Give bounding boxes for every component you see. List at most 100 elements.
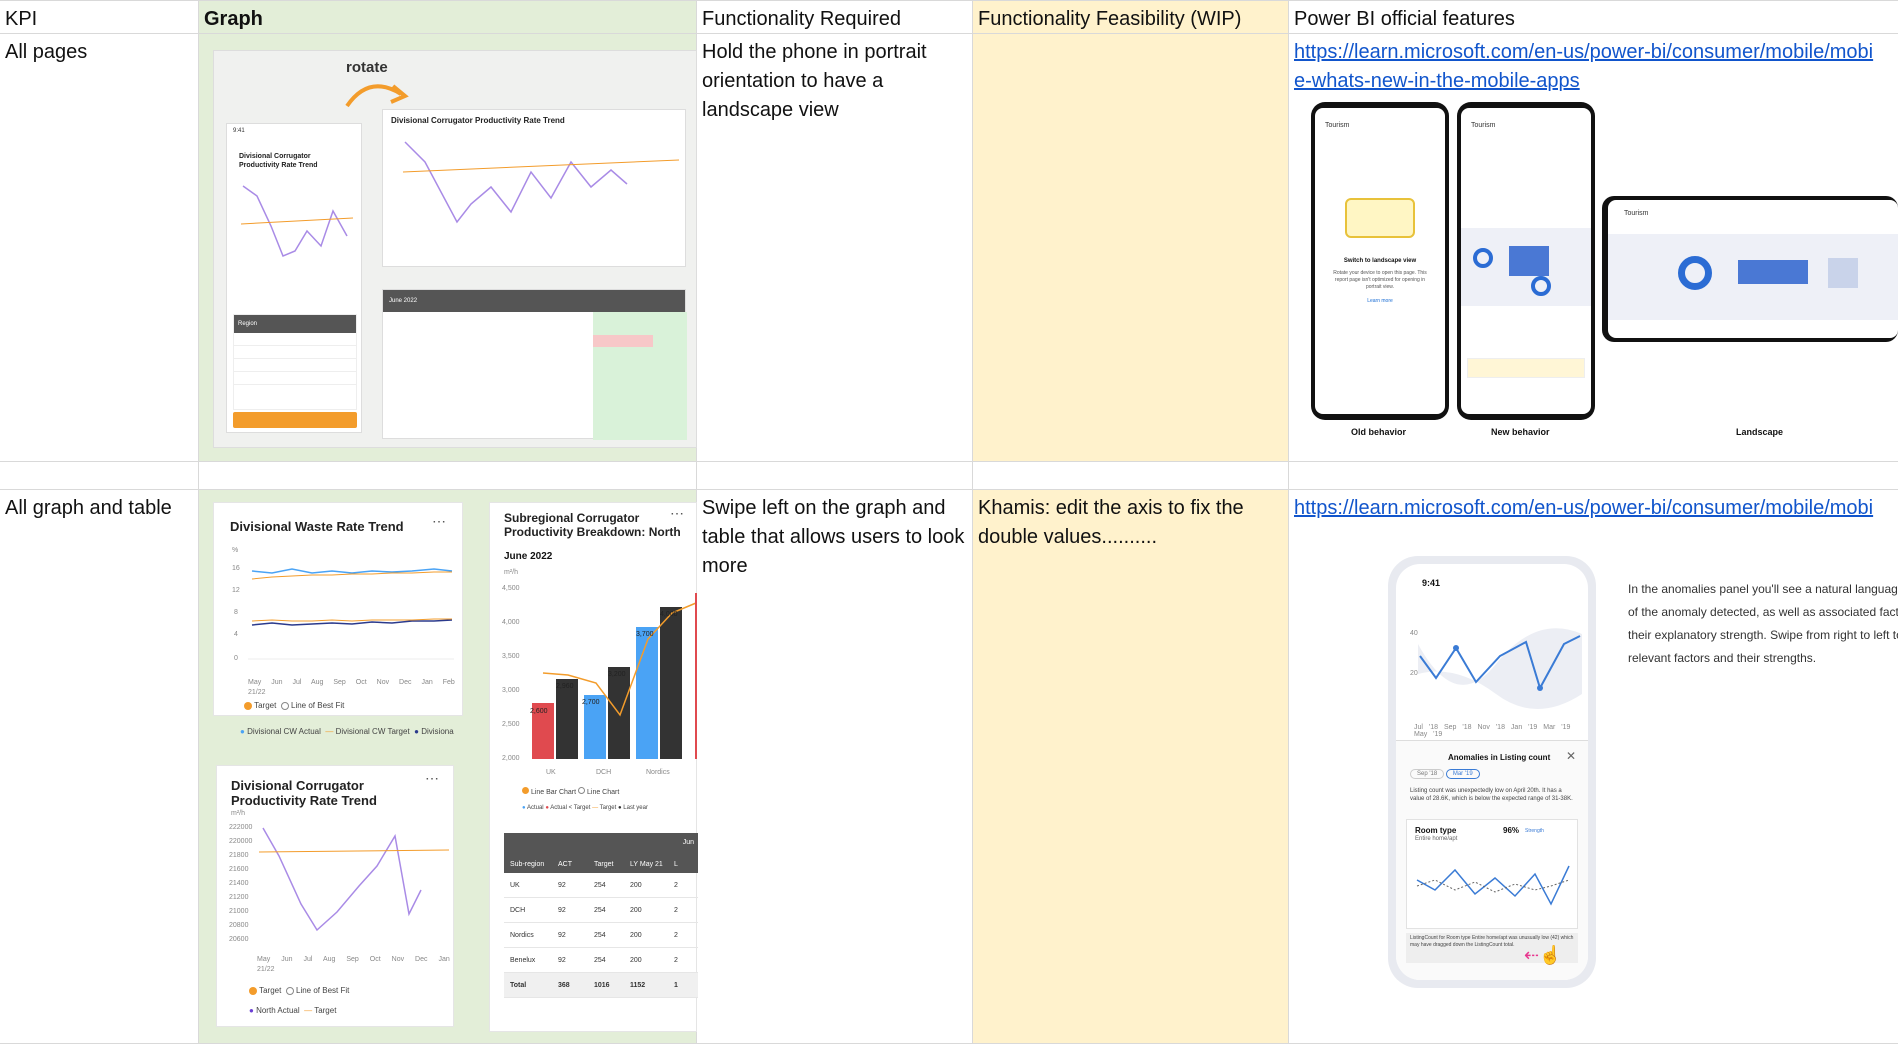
table-cell: 254 bbox=[594, 881, 606, 889]
table-cell: 254 bbox=[594, 906, 606, 914]
subregional-table: Jun Sub-region ACT Target LY May 21 L UK… bbox=[504, 833, 698, 1021]
category-label: UK bbox=[546, 769, 556, 776]
corr-toggle[interactable]: Target Line of Best Fit bbox=[249, 986, 349, 995]
strength-label: Strength bbox=[1525, 828, 1544, 834]
corr-xticks: May Jun Jul Aug Sep Oct Nov Dec Jan bbox=[257, 956, 450, 963]
table-cell: 200 bbox=[630, 906, 642, 914]
spacer-cell-graph[interactable] bbox=[199, 462, 697, 490]
spacer-cell-functionality[interactable] bbox=[697, 462, 973, 490]
bar-label: 2,700 bbox=[582, 699, 600, 706]
header-graph[interactable]: Graph bbox=[199, 0, 697, 34]
table-row: Nordics 92 254 200 2 bbox=[504, 923, 698, 948]
row2-feasibility-text: Khamis: edit the axis to fix the double … bbox=[978, 497, 1244, 548]
row2-kpi-cell[interactable]: All graph and table bbox=[0, 490, 199, 1044]
powerbi-link-line2[interactable]: e-whats-new-in-the-mobile-apps bbox=[1294, 70, 1580, 92]
landscape-table-card: June 2022 bbox=[382, 289, 687, 440]
factor-subtitle: Entire home/apt bbox=[1415, 836, 1458, 842]
radio-unchecked-icon[interactable] bbox=[285, 986, 294, 995]
toggle-target-label: Target bbox=[259, 986, 282, 995]
more-options-icon[interactable]: ⋯ bbox=[670, 505, 684, 522]
caption-landscape: Landscape bbox=[1736, 427, 1784, 437]
row1-feasibility-cell[interactable] bbox=[973, 34, 1289, 462]
table-cell: 92 bbox=[558, 931, 566, 939]
portrait-chart-title: Divisional Corrugator Productivity Rate … bbox=[239, 153, 318, 169]
landscape-table-green-cols bbox=[593, 312, 687, 440]
anomaly-description: In the anomalies panel you'll see a natu… bbox=[1628, 578, 1898, 670]
table-cell: 92 bbox=[558, 881, 566, 889]
waste-xticks: May Jun Jul Aug Sep Oct Nov Dec Jan Feb bbox=[248, 679, 455, 686]
anomaly-line-chart bbox=[1418, 628, 1582, 709]
more-options-icon[interactable]: ⋯ bbox=[425, 770, 439, 787]
header-feasibility[interactable]: Functionality Feasibility (WIP) bbox=[973, 0, 1289, 34]
landscape-table-red-cell bbox=[593, 335, 653, 347]
phone-landscape-report bbox=[1608, 234, 1898, 320]
powerbi-link-row2[interactable]: https://learn.microsoft.com/en-us/power-… bbox=[1294, 497, 1873, 519]
close-icon[interactable]: ✕ bbox=[1566, 749, 1576, 763]
landscape-table-month: June 2022 bbox=[383, 290, 685, 312]
table-cell: 1152 bbox=[630, 981, 646, 989]
portrait-table-header: Region bbox=[234, 315, 356, 333]
table-cell: 2 bbox=[674, 881, 678, 889]
radio-unchecked-icon[interactable] bbox=[578, 787, 586, 794]
row2-functionality-cell[interactable]: Swipe left on the graph and table that a… bbox=[697, 490, 973, 1044]
header-functionality[interactable]: Functionality Required bbox=[697, 0, 973, 34]
waste-ytick: 8 bbox=[234, 609, 238, 616]
waste-toggle[interactable]: Target Line of Best Fit bbox=[244, 701, 344, 710]
phone-landscape: Tourism bbox=[1602, 196, 1898, 342]
strength-value: 96% bbox=[1503, 826, 1520, 835]
subregional-ytick: 2,500 bbox=[502, 721, 520, 728]
powerbi-link-line1[interactable]: https://learn.microsoft.com/en-us/power-… bbox=[1294, 41, 1873, 63]
row1-kpi-text: All pages bbox=[5, 41, 88, 63]
anomaly-desc-line: In the anomalies panel you'll see a natu… bbox=[1628, 582, 1898, 596]
header-powerbi-text: Power BI official features bbox=[1294, 8, 1515, 30]
radio-checked-icon[interactable] bbox=[244, 701, 252, 710]
radio-checked-icon[interactable] bbox=[522, 787, 529, 794]
caption-new-behavior: New behavior bbox=[1491, 427, 1550, 437]
subregional-month: June 2022 bbox=[504, 551, 553, 562]
radio-checked-icon[interactable] bbox=[249, 986, 257, 995]
swipe-hand-icon: ⇠☝ bbox=[1524, 945, 1562, 965]
table-cell: DCH bbox=[510, 906, 526, 914]
table-cell: Nordics bbox=[510, 931, 534, 939]
row2-feasibility-cell[interactable]: Khamis: edit the axis to fix the double … bbox=[973, 490, 1289, 1044]
anomaly-chips[interactable]: Sep '18 Mar '19 bbox=[1410, 769, 1480, 779]
row1-functionality-cell[interactable]: Hold the phone in portrait orientation t… bbox=[697, 34, 973, 462]
bar-label: 3,200 bbox=[608, 671, 626, 678]
anomaly-screen: 9:41 40 20 Jul '18 Sep '18 Nov '18 Jan '… bbox=[1396, 564, 1588, 980]
phone-learn-more: Learn more bbox=[1367, 298, 1393, 304]
corr-unit: m²/h bbox=[231, 810, 245, 817]
row2-functionality-text: Swipe left on the graph and table that a… bbox=[702, 497, 965, 577]
table-cell: 1016 bbox=[594, 981, 610, 989]
header-powerbi[interactable]: Power BI official features bbox=[1289, 0, 1898, 34]
radio-unchecked-icon[interactable] bbox=[280, 701, 289, 710]
table-cell: 200 bbox=[630, 931, 642, 939]
subregional-card: Subregional Corrugator Productivity Break… bbox=[489, 502, 698, 1032]
header-feasibility-text: Functionality Feasibility (WIP) bbox=[978, 8, 1242, 30]
subregional-ytick: 3,000 bbox=[502, 687, 520, 694]
header-kpi[interactable]: KPI bbox=[0, 0, 199, 34]
anomaly-desc-line: of the anomaly detected, as well as asso… bbox=[1628, 605, 1898, 619]
spacer-cell-powerbi[interactable] bbox=[1289, 462, 1898, 490]
phone-new-report-preview bbox=[1461, 228, 1591, 306]
row2-kpi-text: All graph and table bbox=[5, 497, 172, 519]
subregional-toggle[interactable]: Line Bar Chart Line Chart bbox=[522, 787, 619, 796]
phone-time: 9:41 bbox=[1422, 578, 1441, 588]
anomaly-phone: 9:41 40 20 Jul '18 Sep '18 Nov '18 Jan '… bbox=[1388, 556, 1596, 988]
table-cell: 254 bbox=[594, 956, 606, 964]
bar-label: 4,000 bbox=[660, 611, 678, 618]
factor-card[interactable]: Room type Entire home/apt 96% Strength bbox=[1406, 819, 1578, 929]
spacer-cell-feasibility[interactable] bbox=[973, 462, 1289, 490]
toggle-linebar-label: Line Bar Chart bbox=[530, 789, 577, 796]
phone-new-behavior: Tourism bbox=[1457, 102, 1595, 420]
toggle-line-label: Line Chart bbox=[587, 789, 620, 796]
header-kpi-text: KPI bbox=[5, 8, 38, 30]
anomaly-body: Listing count was unexpectedly low on Ap… bbox=[1410, 788, 1573, 802]
spacer-cell-kpi[interactable] bbox=[0, 462, 199, 490]
portrait-screen: 9:41 Divisional Corrugator Productivity … bbox=[226, 123, 362, 433]
table-cell: 92 bbox=[558, 906, 566, 914]
more-options-icon[interactable]: ⋯ bbox=[432, 513, 446, 530]
row1-kpi-cell[interactable]: All pages bbox=[0, 34, 199, 462]
toggle-bestfit-label: Line of Best Fit bbox=[296, 986, 350, 995]
phone-new-app-name: Tourism bbox=[1471, 122, 1496, 129]
corr-ytick: 222000 bbox=[229, 824, 253, 831]
